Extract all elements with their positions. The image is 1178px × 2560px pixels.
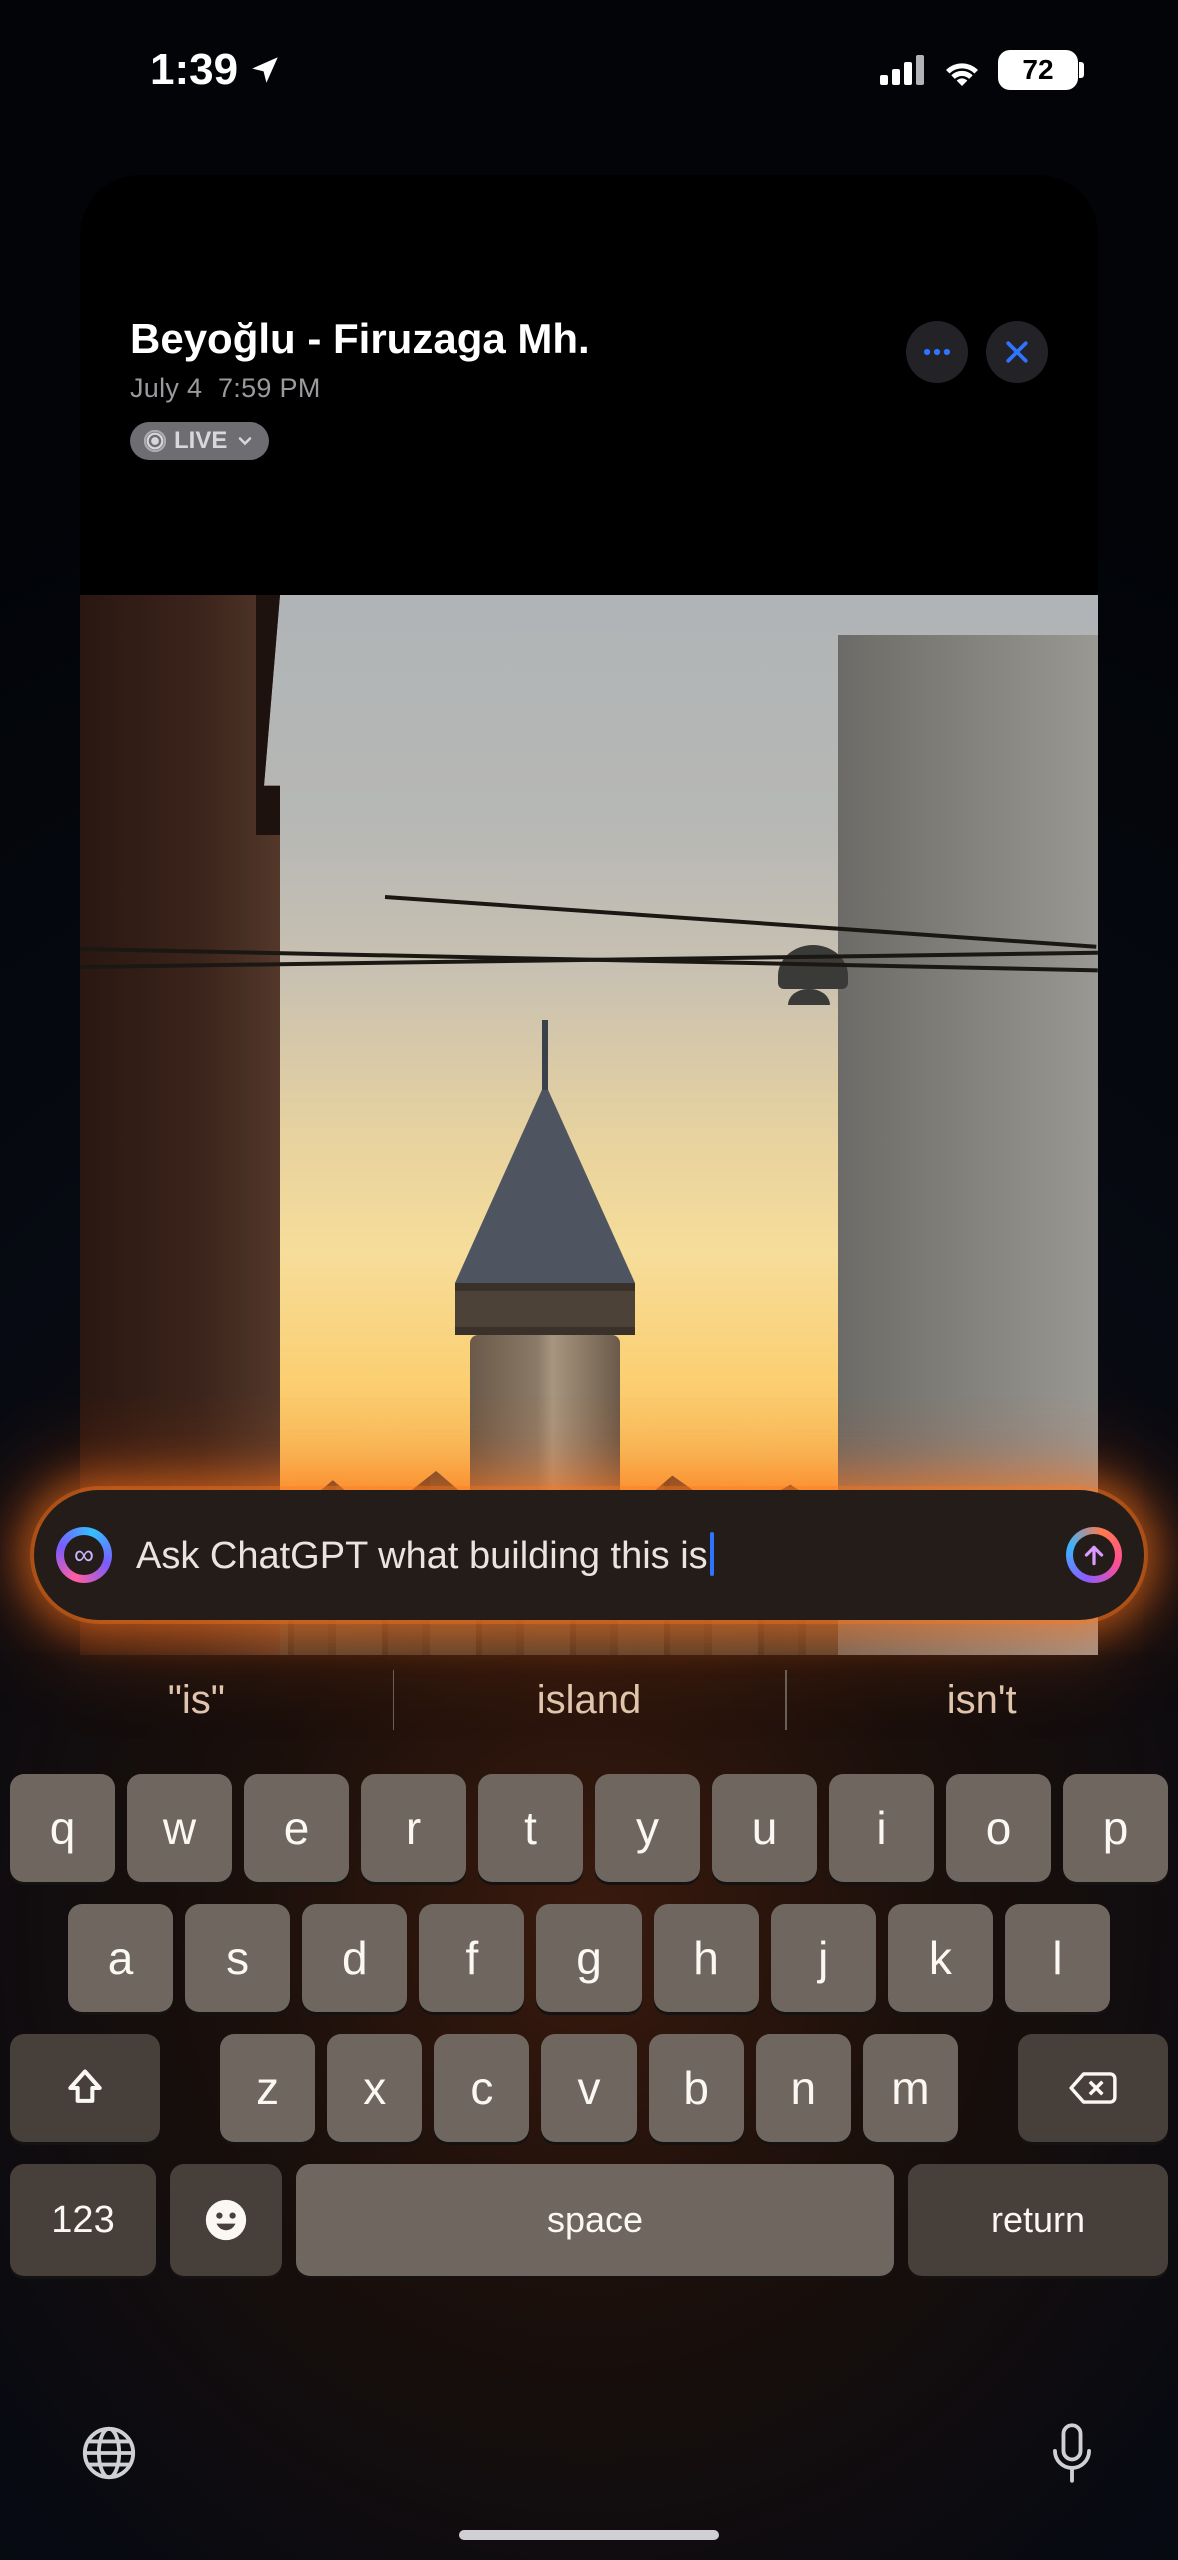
key-space[interactable]: space <box>296 2164 894 2276</box>
key-b[interactable]: b <box>649 2034 744 2142</box>
battery-indicator: 72 <box>998 50 1078 90</box>
photo-header-actions <box>906 321 1048 383</box>
photo-card-header: Beyoğlu - Firuzaga Mh. July 4 7:59 PM LI… <box>80 175 1098 490</box>
cellular-icon <box>880 55 926 85</box>
photo-location-title: Beyoğlu - Firuzaga Mh. <box>130 315 590 363</box>
key-return[interactable]: return <box>908 2164 1168 2276</box>
key-p[interactable]: p <box>1063 1774 1168 1882</box>
status-time-text: 1:39 <box>150 45 238 95</box>
key-emoji[interactable] <box>170 2164 282 2276</box>
chatgpt-icon: ∞ <box>56 1527 112 1583</box>
key-q[interactable]: q <box>10 1774 115 1882</box>
prediction-0[interactable]: "is" <box>0 1652 393 1748</box>
key-a[interactable]: a <box>68 1904 173 2012</box>
keyboard-row-3: z x c v b n m <box>10 2034 1168 2142</box>
photo-time: 7:59 PM <box>218 373 321 403</box>
key-s[interactable]: s <box>185 1904 290 2012</box>
text-caret <box>710 1532 714 1576</box>
status-time: 1:39 <box>150 45 282 95</box>
send-button[interactable] <box>1066 1527 1122 1583</box>
key-g[interactable]: g <box>536 1904 641 2012</box>
emoji-icon <box>204 2198 248 2242</box>
keyboard-row-1: q w e r t y u i o p <box>10 1774 1168 1882</box>
location-icon <box>248 53 282 87</box>
close-icon <box>1002 337 1032 367</box>
close-button[interactable] <box>986 321 1048 383</box>
prediction-2[interactable]: isn't <box>785 1652 1178 1748</box>
photo-date: July 4 <box>130 373 202 403</box>
dictation-icon[interactable] <box>1046 2421 1098 2485</box>
chat-input-value: Ask ChatGPT what building this is <box>136 1535 708 1577</box>
key-o[interactable]: o <box>946 1774 1051 1882</box>
shift-icon <box>63 2066 107 2110</box>
key-j[interactable]: j <box>771 1904 876 2012</box>
predictive-text-row: "is" island isn't <box>0 1652 1178 1748</box>
keyboard-bottom-bar <box>0 2385 1178 2560</box>
key-t[interactable]: t <box>478 1774 583 1882</box>
key-c[interactable]: c <box>434 2034 529 2142</box>
key-backspace[interactable] <box>1018 2034 1168 2142</box>
key-shift[interactable] <box>10 2034 160 2142</box>
wifi-icon <box>940 54 984 86</box>
key-u[interactable]: u <box>712 1774 817 1882</box>
key-l[interactable]: l <box>1005 1904 1110 2012</box>
key-n[interactable]: n <box>756 2034 851 2142</box>
live-icon <box>144 430 166 452</box>
keyboard-row-4: 123 space return <box>10 2164 1168 2276</box>
chevron-down-icon <box>235 431 255 451</box>
backspace-icon <box>1068 2068 1118 2108</box>
status-bar: 1:39 72 <box>0 0 1178 140</box>
key-x[interactable]: x <box>327 2034 422 2142</box>
key-f[interactable]: f <box>419 1904 524 2012</box>
key-k[interactable]: k <box>888 1904 993 2012</box>
key-w[interactable]: w <box>127 1774 232 1882</box>
key-r[interactable]: r <box>361 1774 466 1882</box>
key-m[interactable]: m <box>863 2034 958 2142</box>
live-label: LIVE <box>174 427 227 455</box>
more-options-button[interactable] <box>906 321 968 383</box>
keyboard-row-2: a s d f g h j k l <box>10 1904 1168 2012</box>
home-indicator[interactable] <box>459 2530 719 2540</box>
key-e[interactable]: e <box>244 1774 349 1882</box>
key-d[interactable]: d <box>302 1904 407 2012</box>
key-z[interactable]: z <box>220 2034 315 2142</box>
key-y[interactable]: y <box>595 1774 700 1882</box>
key-i[interactable]: i <box>829 1774 934 1882</box>
live-badge[interactable]: LIVE <box>130 422 269 460</box>
photo-card: Beyoğlu - Firuzaga Mh. July 4 7:59 PM LI… <box>80 175 1098 1655</box>
key-numbers[interactable]: 123 <box>10 2164 156 2276</box>
chat-input-text[interactable]: Ask ChatGPT what building this is <box>136 1532 1042 1578</box>
photo-meta: Beyoğlu - Firuzaga Mh. July 4 7:59 PM LI… <box>130 315 590 460</box>
keyboard: q w e r t y u i o p a s d f g h j k l z … <box>0 1760 1178 2560</box>
battery-percent: 72 <box>1022 54 1053 86</box>
chat-input-bar[interactable]: ∞ Ask ChatGPT what building this is <box>34 1490 1144 1620</box>
status-right: 72 <box>880 50 1078 90</box>
photo-datetime: July 4 7:59 PM <box>130 373 590 404</box>
ellipsis-icon <box>920 335 954 369</box>
key-v[interactable]: v <box>541 2034 636 2142</box>
arrow-up-icon <box>1081 1542 1107 1568</box>
key-h[interactable]: h <box>654 1904 759 2012</box>
globe-icon[interactable] <box>80 2424 138 2482</box>
prediction-1[interactable]: island <box>393 1652 786 1748</box>
